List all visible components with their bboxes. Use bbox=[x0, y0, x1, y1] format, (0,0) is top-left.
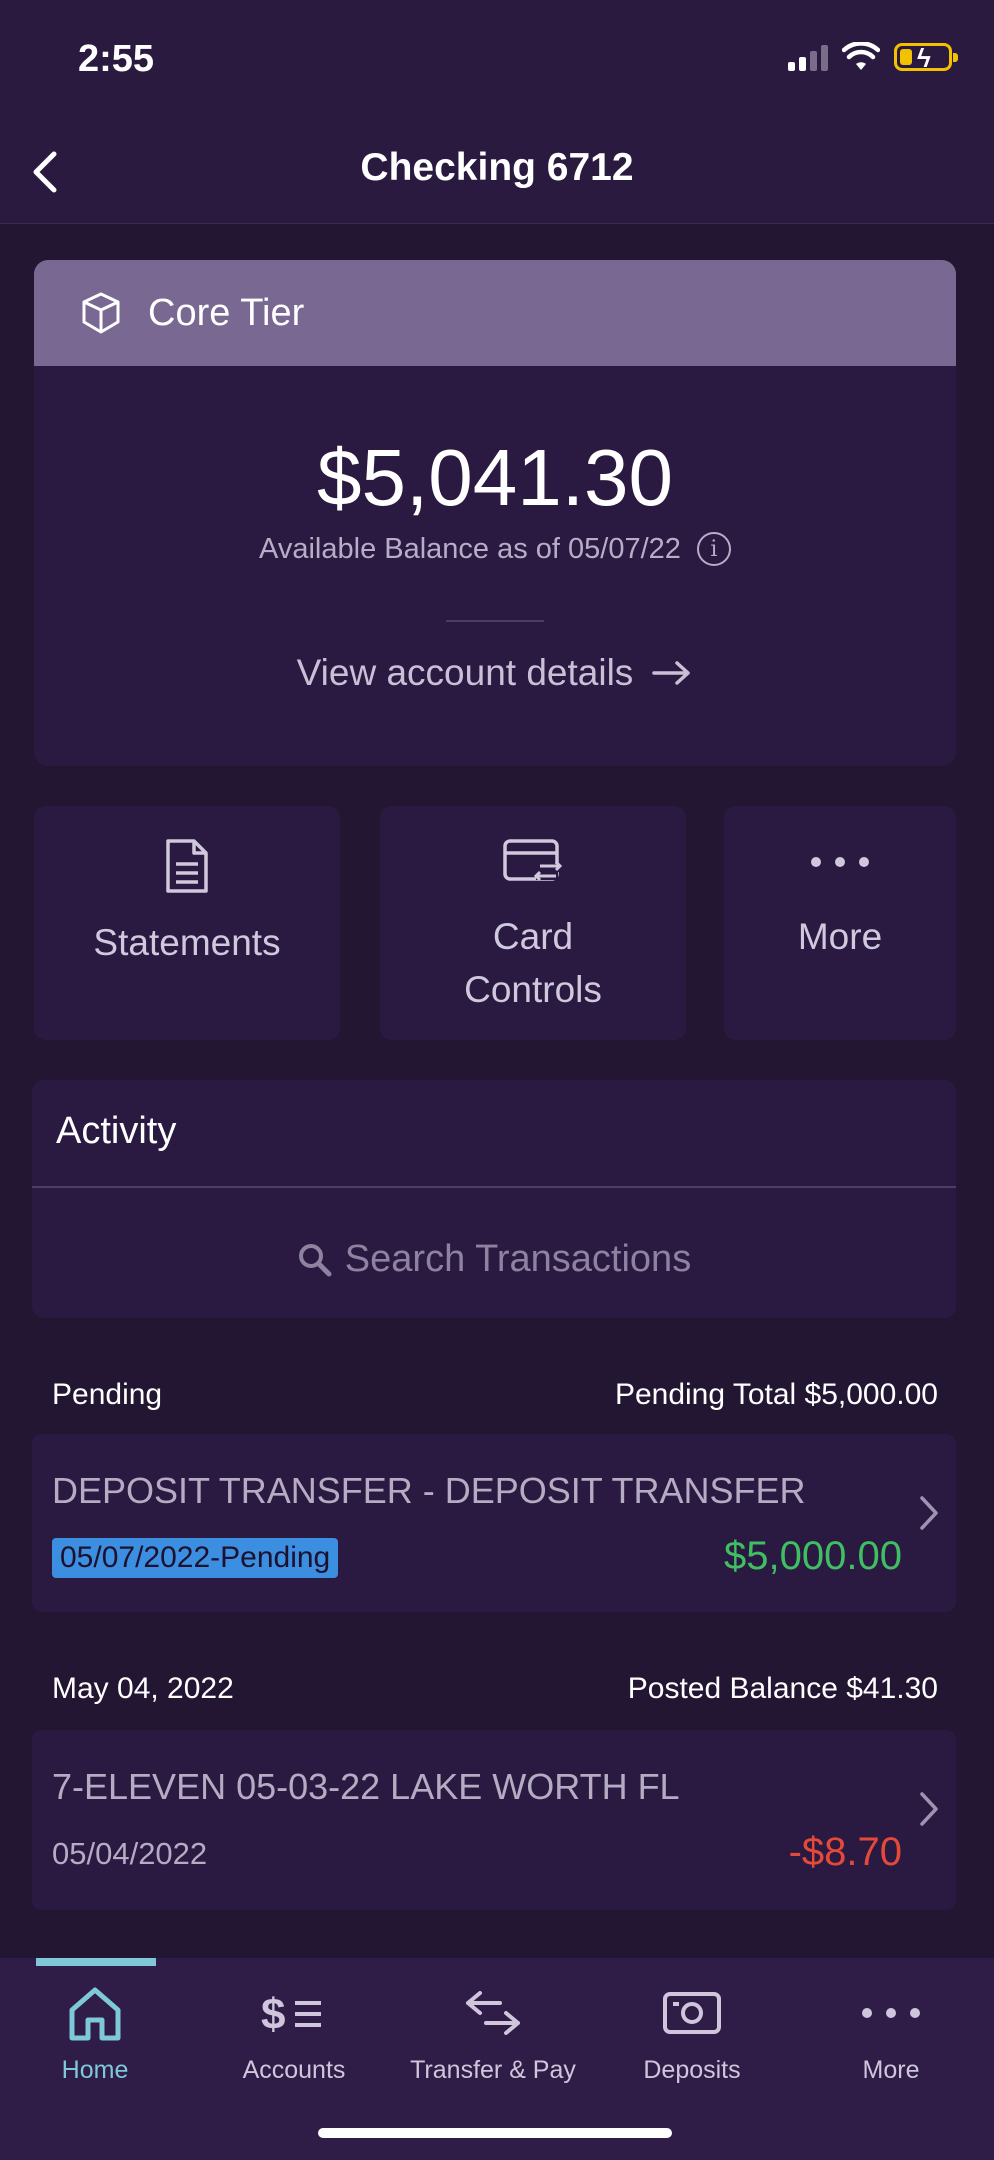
chevron-right-icon bbox=[920, 1496, 938, 1530]
status-icons: ϟ bbox=[788, 42, 958, 73]
more-icon bbox=[862, 2008, 920, 2018]
transaction-amount: $5,000.00 bbox=[724, 1534, 902, 1578]
document-icon bbox=[166, 839, 208, 893]
search-transactions-input[interactable]: Search Transactions bbox=[32, 1238, 956, 1281]
wifi-icon bbox=[842, 42, 880, 70]
card-controls-line1: Card bbox=[492, 916, 574, 957]
transaction-row[interactable]: 7-ELEVEN 05-03-22 LAKE WORTH FL 05/04/20… bbox=[32, 1730, 956, 1910]
tab-label: Deposits bbox=[643, 2056, 741, 2084]
more-actions-button[interactable]: More bbox=[724, 806, 956, 1040]
search-icon bbox=[298, 1243, 332, 1276]
cube-icon bbox=[82, 292, 120, 334]
balance-caption-row: Available Balance as of 05/07/22 i bbox=[34, 532, 956, 566]
transaction-date: 05/04/2022 bbox=[52, 1836, 208, 1871]
tab-accounts[interactable]: $ Accounts bbox=[199, 1978, 389, 2085]
transaction-row[interactable]: DEPOSIT TRANSFER - DEPOSIT TRANSFER 05/0… bbox=[32, 1434, 956, 1612]
tab-label: More bbox=[862, 2056, 920, 2084]
deposits-icon bbox=[663, 1992, 721, 2034]
group-total: Posted Balance $41.30 bbox=[627, 1672, 938, 1705]
transaction-amount: -$8.70 bbox=[788, 1830, 902, 1874]
available-balance: $5,041.30 bbox=[317, 433, 673, 522]
search-placeholder: Search Transactions bbox=[344, 1238, 692, 1280]
svg-text:$: $ bbox=[261, 1990, 285, 2039]
page-title: Checking 6712 bbox=[360, 146, 634, 189]
battery-icon: ϟ bbox=[894, 43, 958, 73]
more-dots-icon bbox=[811, 857, 869, 867]
active-tab-indicator bbox=[36, 1958, 156, 1966]
view-account-details-link[interactable]: View account details bbox=[34, 652, 956, 694]
divider bbox=[446, 620, 544, 622]
statements-label: Statements bbox=[93, 922, 281, 963]
tier-label: Core Tier bbox=[148, 291, 305, 334]
card-settings-icon bbox=[503, 839, 563, 882]
activity-divider bbox=[32, 1186, 956, 1188]
nav-header: Checking 6712 bbox=[0, 120, 994, 224]
transfer-icon bbox=[466, 1991, 520, 2035]
status-bar: 2:55 ϟ bbox=[0, 0, 994, 120]
info-icon[interactable]: i bbox=[696, 532, 731, 566]
tab-home[interactable]: Home bbox=[0, 1978, 190, 2085]
group-total: Pending Total $5,000.00 bbox=[614, 1378, 938, 1411]
tab-transfer-pay[interactable]: Transfer & Pay bbox=[398, 1978, 588, 2085]
balance-caption: Available Balance as of 05/07/22 bbox=[259, 532, 681, 565]
pending-status-badge: 05/07/2022-Pending bbox=[52, 1538, 339, 1578]
tab-label: Transfer & Pay bbox=[410, 2056, 576, 2084]
activity-title: Activity bbox=[56, 1110, 177, 1152]
accounts-icon: $ bbox=[261, 1990, 321, 2039]
transaction-description: DEPOSIT TRANSFER - DEPOSIT TRANSFER bbox=[52, 1470, 806, 1511]
cellular-signal-icon bbox=[788, 43, 828, 71]
card-controls-label: Card Controls bbox=[380, 910, 686, 1016]
view-details-label: View account details bbox=[296, 652, 634, 693]
statements-button[interactable]: Statements bbox=[34, 806, 340, 1040]
tab-more[interactable]: More bbox=[796, 1978, 986, 2085]
account-summary-card: Core Tier $5,041.30 Available Balance as… bbox=[34, 260, 956, 766]
more-label: More bbox=[797, 916, 883, 957]
card-controls-line2: Controls bbox=[464, 969, 602, 1010]
group-label: Pending bbox=[52, 1378, 163, 1411]
pending-group-header: Pending Pending Total $5,000.00 bbox=[52, 1378, 938, 1412]
home-indicator bbox=[318, 2128, 672, 2138]
group-label: May 04, 2022 bbox=[52, 1672, 234, 1705]
tab-deposits[interactable]: Deposits bbox=[597, 1978, 787, 2085]
posted-group-header: May 04, 2022 Posted Balance $41.30 bbox=[52, 1672, 938, 1706]
tier-header: Core Tier bbox=[34, 260, 956, 366]
transaction-description: 7-ELEVEN 05-03-22 LAKE WORTH FL bbox=[52, 1766, 680, 1807]
card-controls-button[interactable]: Card Controls bbox=[380, 806, 686, 1040]
activity-section: Activity Search Transactions bbox=[32, 1080, 956, 1318]
arrow-right-icon bbox=[652, 661, 691, 685]
home-icon bbox=[69, 1987, 121, 2041]
status-time: 2:55 bbox=[78, 38, 155, 80]
tab-label: Accounts bbox=[242, 2056, 346, 2084]
chevron-right-icon bbox=[920, 1792, 938, 1826]
tab-label: Home bbox=[61, 2056, 129, 2084]
